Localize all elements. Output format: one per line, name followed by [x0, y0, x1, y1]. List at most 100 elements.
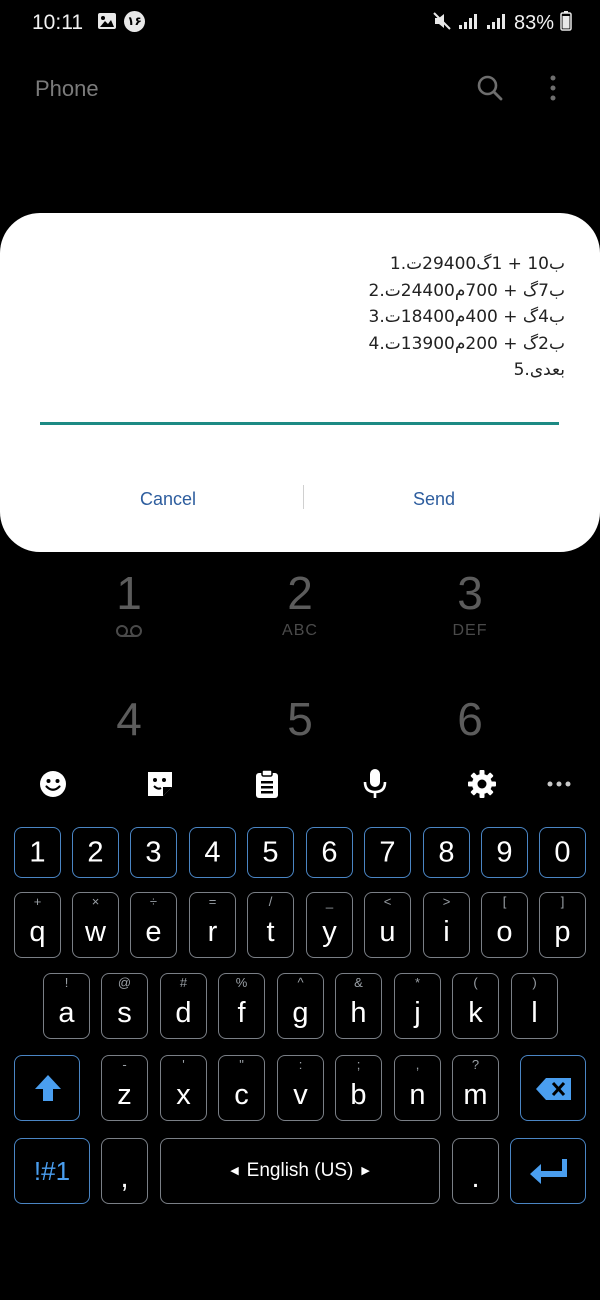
- key-c[interactable]: " c: [218, 1055, 265, 1121]
- key-l[interactable]: ) l: [511, 973, 558, 1039]
- key-label: k: [468, 997, 483, 1029]
- key-label: q: [29, 916, 46, 948]
- enter-key[interactable]: [510, 1138, 586, 1204]
- shift-key[interactable]: [14, 1055, 80, 1121]
- send-button[interactable]: Send: [334, 481, 534, 517]
- dial-key-3[interactable]: 3 DEF: [410, 566, 530, 640]
- key-hint: ^: [297, 975, 304, 990]
- key-label: e: [145, 916, 162, 948]
- dial-key-1[interactable]: 1: [69, 566, 189, 643]
- key-2[interactable]: 2: [72, 827, 119, 878]
- key-h[interactable]: & h: [335, 973, 382, 1039]
- key-d[interactable]: # d: [160, 973, 207, 1039]
- mute-icon: [432, 11, 452, 36]
- key-hint: ×: [91, 894, 100, 909]
- notification-badge-icon: ۱۶: [124, 11, 145, 32]
- search-icon[interactable]: [476, 74, 504, 102]
- key-z[interactable]: -z: [101, 1055, 148, 1121]
- dial-digit: 5: [287, 693, 313, 745]
- key-y[interactable]: _ y: [306, 892, 353, 958]
- key-hint: @: [117, 975, 132, 990]
- key-m[interactable]: ? m: [452, 1055, 499, 1121]
- key-hint: ": [239, 1057, 244, 1072]
- key-7[interactable]: 7: [364, 827, 411, 878]
- key-label: .: [471, 1162, 480, 1194]
- emoji-icon[interactable]: [33, 766, 73, 802]
- key-label: p: [554, 916, 571, 948]
- ussd-line: 4.ب2گ + 200م13900ت: [368, 333, 565, 354]
- more-icon[interactable]: [539, 766, 579, 802]
- sticker-icon[interactable]: [140, 766, 180, 802]
- key-b[interactable]: ; b: [335, 1055, 382, 1121]
- microphone-icon[interactable]: [355, 766, 395, 802]
- key-g[interactable]: ^ g: [277, 973, 324, 1039]
- space-language-label: ◀ English (US) ▶: [161, 1160, 439, 1182]
- key-i[interactable]: > i: [423, 892, 470, 958]
- key-4[interactable]: 4: [189, 827, 236, 878]
- key-label: x: [176, 1079, 191, 1111]
- key-hint: <: [383, 894, 392, 909]
- symbols-key[interactable]: !#1: [14, 1138, 90, 1204]
- more-options-icon[interactable]: [542, 74, 564, 102]
- key-u[interactable]: < u: [364, 892, 411, 958]
- key-label: t: [266, 916, 275, 948]
- period-key[interactable]: .: [452, 1138, 499, 1204]
- gear-icon[interactable]: [462, 766, 502, 802]
- space-key[interactable]: ◀ English (US) ▶: [160, 1138, 440, 1204]
- dial-key-5[interactable]: 5: [240, 692, 360, 746]
- key-hint: :: [298, 1057, 303, 1072]
- key-o[interactable]: [o: [481, 892, 528, 958]
- dial-key-2[interactable]: 2 ABC: [240, 566, 360, 640]
- enter-icon: [529, 1157, 569, 1190]
- reply-input[interactable]: [40, 385, 559, 425]
- key-0[interactable]: 0: [539, 827, 586, 878]
- key-9[interactable]: 9: [481, 827, 528, 878]
- key-8[interactable]: 8: [423, 827, 470, 878]
- key-hint: ,: [415, 1057, 420, 1072]
- signal-icon-2: [486, 12, 508, 35]
- comma-key[interactable]: ,: [101, 1138, 148, 1204]
- key-3[interactable]: 3: [130, 827, 177, 878]
- key-1[interactable]: 1: [14, 827, 61, 878]
- key-f[interactable]: % f: [218, 973, 265, 1039]
- clipboard-icon[interactable]: [247, 766, 287, 802]
- key-label: r: [207, 916, 218, 948]
- backspace-icon: [535, 1077, 573, 1106]
- key-hint: ;: [356, 1057, 361, 1072]
- key-hint: (: [473, 975, 478, 990]
- shift-arrow-icon: [33, 1073, 63, 1108]
- key-j[interactable]: * j: [394, 973, 441, 1039]
- key-s[interactable]: @ s: [101, 973, 148, 1039]
- key-hint: /: [268, 894, 273, 909]
- button-divider: [303, 485, 304, 509]
- key-n[interactable]: ,n: [394, 1055, 441, 1121]
- key-label: w: [85, 916, 106, 948]
- key-a[interactable]: ! a: [43, 973, 90, 1039]
- key-k[interactable]: (k: [452, 973, 499, 1039]
- ussd-line: 2.ب7گ + 700م24400ت: [368, 280, 565, 301]
- key-hint: *: [414, 975, 421, 990]
- key-label: 3: [145, 836, 162, 868]
- key-q[interactable]: + q: [14, 892, 61, 958]
- key-w[interactable]: × w: [72, 892, 119, 958]
- dial-digit: 1: [116, 567, 142, 619]
- key-hint: ': [182, 1057, 185, 1072]
- key-label: a: [58, 997, 75, 1029]
- voicemail-icon: [69, 624, 189, 643]
- dial-key-4[interactable]: 4: [69, 692, 189, 746]
- key-p[interactable]: ] p: [539, 892, 586, 958]
- status-time: 10:11: [32, 11, 83, 34]
- cancel-button[interactable]: Cancel: [68, 481, 268, 517]
- language-label: English (US): [246, 1160, 354, 1181]
- key-5[interactable]: 5: [247, 827, 294, 878]
- key-r[interactable]: = r: [189, 892, 236, 958]
- key-6[interactable]: 6: [306, 827, 353, 878]
- key-label: i: [443, 916, 450, 948]
- backspace-key[interactable]: [520, 1055, 586, 1121]
- key-x[interactable]: ' x: [160, 1055, 207, 1121]
- key-label: 8: [438, 836, 455, 868]
- key-e[interactable]: ÷ e: [130, 892, 177, 958]
- dial-key-6[interactable]: 6: [410, 692, 530, 746]
- key-v[interactable]: :v: [277, 1055, 324, 1121]
- key-t[interactable]: / t: [247, 892, 294, 958]
